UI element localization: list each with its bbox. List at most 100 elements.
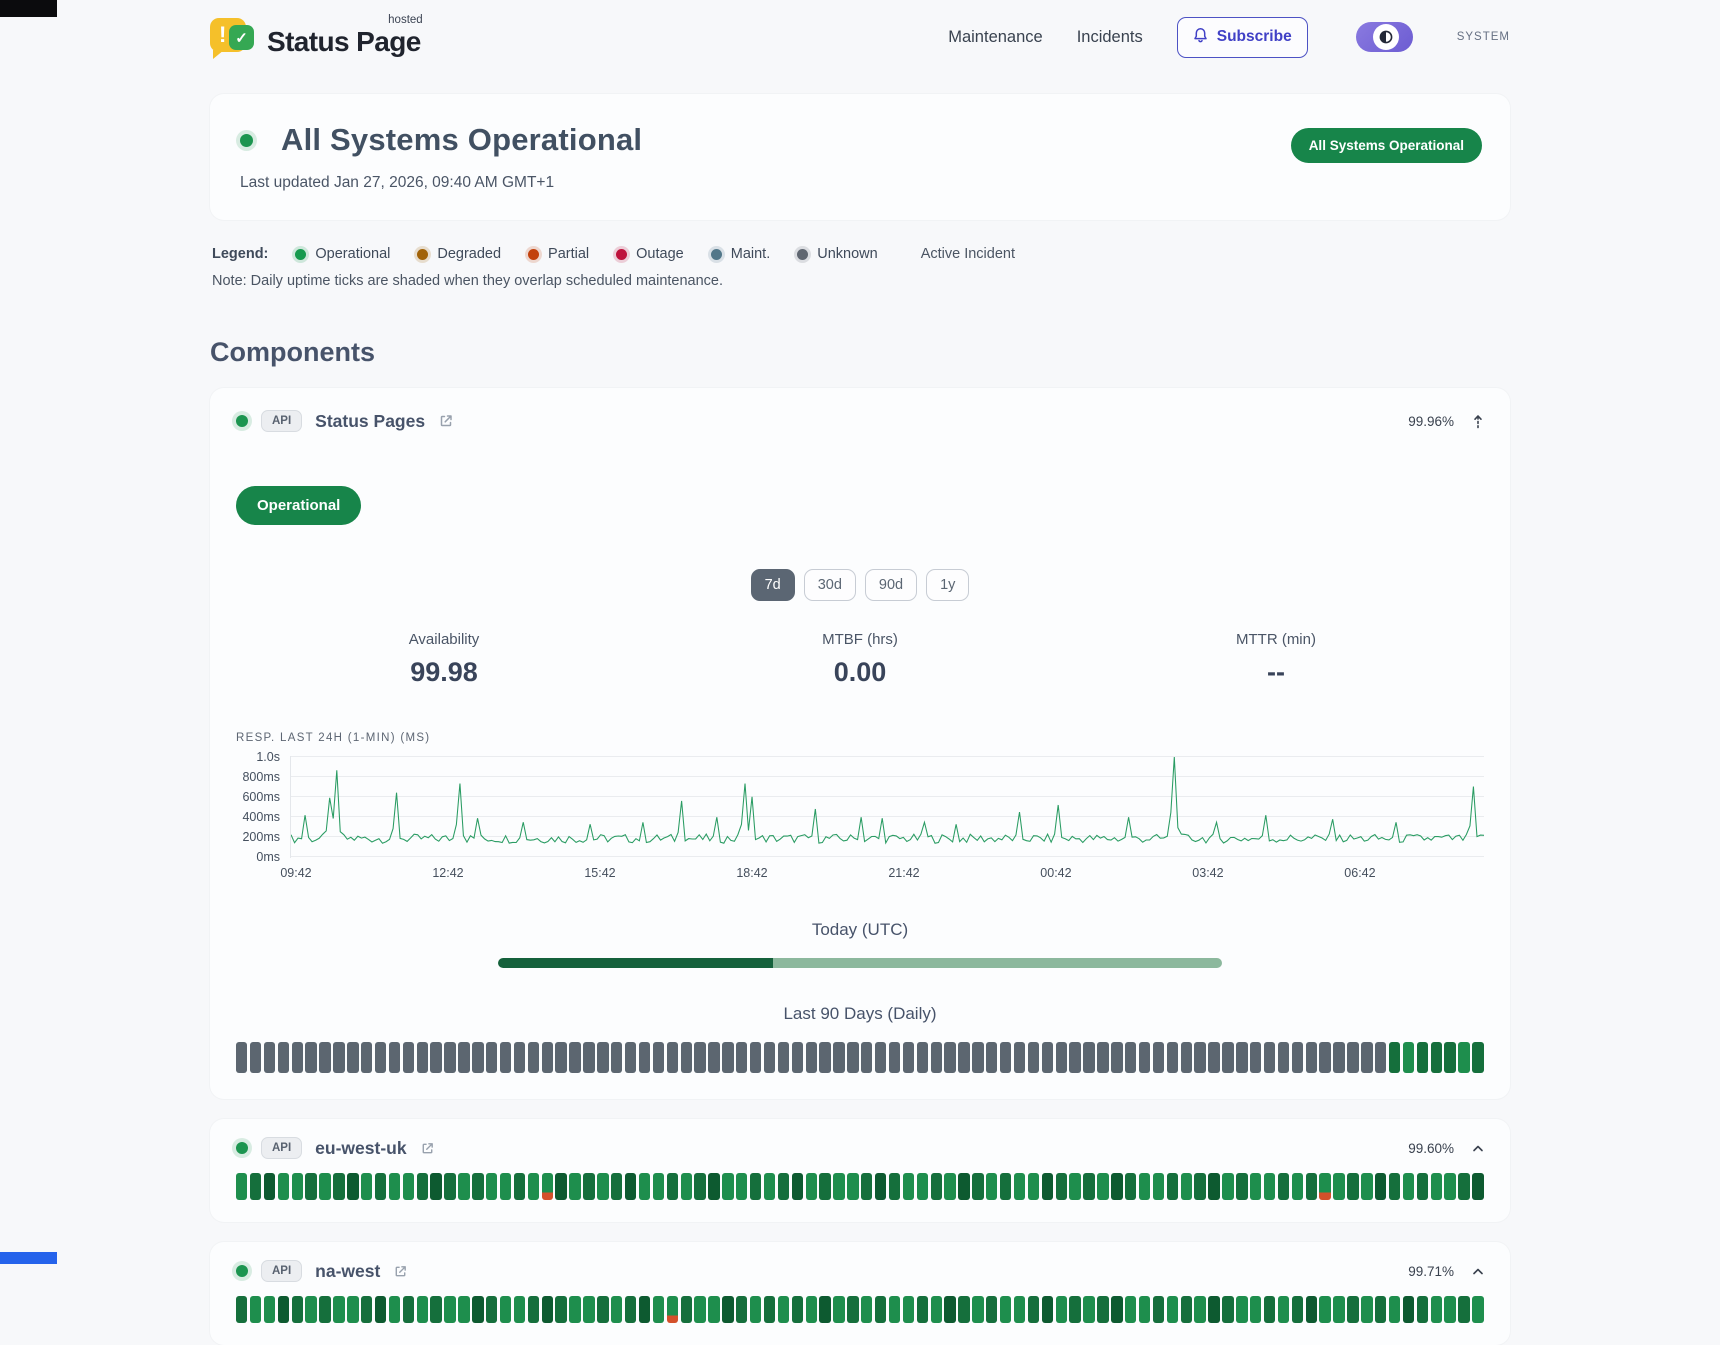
uptime-tick-nodata[interactable] [861, 1042, 872, 1073]
uptime-tick-nodata[interactable] [444, 1042, 455, 1073]
uptime-tick-nodata[interactable] [1042, 1042, 1053, 1073]
uptime-tick-operational[interactable] [1222, 1173, 1233, 1200]
uptime-tick-operational[interactable] [472, 1296, 483, 1323]
uptime-tick-operational[interactable] [1389, 1173, 1400, 1200]
brand-logo[interactable]: ! ✓ hosted Status Page [210, 16, 421, 58]
expand-chevron-icon[interactable] [1472, 1267, 1484, 1276]
uptime-tick-operational[interactable] [792, 1173, 803, 1200]
uptime-tick-nodata[interactable] [667, 1042, 678, 1073]
uptime-tick-nodata[interactable] [236, 1042, 247, 1073]
uptime-tick-operational[interactable] [361, 1173, 372, 1200]
uptime-tick-operational[interactable] [1375, 1296, 1386, 1323]
external-link-icon[interactable] [438, 413, 454, 429]
uptime-tick-operational[interactable] [819, 1173, 830, 1200]
uptime-tick-operational[interactable] [750, 1173, 761, 1200]
uptime-tick-nodata[interactable] [1292, 1042, 1303, 1073]
uptime-tick-operational[interactable] [1306, 1296, 1317, 1323]
uptime-tick-nodata[interactable] [1236, 1042, 1247, 1073]
uptime-tick-operational[interactable] [778, 1173, 789, 1200]
uptime-tick-operational[interactable] [944, 1296, 955, 1323]
uptime-tick-operational[interactable] [305, 1296, 316, 1323]
uptime-tick-operational[interactable] [236, 1173, 247, 1200]
uptime-tick-operational[interactable] [486, 1296, 497, 1323]
uptime-tick-nodata[interactable] [1014, 1042, 1025, 1073]
uptime-tick-operational[interactable] [653, 1296, 664, 1323]
uptime-tick-operational[interactable] [639, 1296, 650, 1323]
uptime-tick-operational[interactable] [681, 1173, 692, 1200]
uptime-tick-operational[interactable] [375, 1173, 386, 1200]
uptime-tick-nodata[interactable] [917, 1042, 928, 1073]
uptime-tick-nodata[interactable] [597, 1042, 608, 1073]
external-link-icon[interactable] [420, 1141, 435, 1156]
uptime-tick-operational[interactable] [1139, 1173, 1150, 1200]
uptime-tick-operational[interactable] [1278, 1173, 1289, 1200]
uptime-tick-operational[interactable] [1417, 1042, 1428, 1073]
uptime-tick-operational[interactable] [1472, 1173, 1483, 1200]
uptime-tick-operational[interactable] [903, 1296, 914, 1323]
uptime-tick-operational[interactable] [833, 1296, 844, 1323]
uptime-tick-operational[interactable] [292, 1296, 303, 1323]
range-button-1y[interactable]: 1y [926, 569, 969, 601]
uptime-tick-nodata[interactable] [430, 1042, 441, 1073]
uptime-tick-nodata[interactable] [931, 1042, 942, 1073]
uptime-tick-nodata[interactable] [764, 1042, 775, 1073]
uptime-tick-operational[interactable] [1028, 1173, 1039, 1200]
uptime-tick-operational[interactable] [1014, 1173, 1025, 1200]
uptime-tick-operational[interactable] [1347, 1173, 1358, 1200]
expand-chevron-icon[interactable] [1472, 1144, 1484, 1153]
uptime-tick-operational[interactable] [514, 1173, 525, 1200]
uptime-tick-operational[interactable] [889, 1296, 900, 1323]
uptime-tick-nodata[interactable] [1361, 1042, 1372, 1073]
uptime-tick-nodata[interactable] [1069, 1042, 1080, 1073]
uptime-tick-operational[interactable] [806, 1173, 817, 1200]
uptime-tick-nodata[interactable] [875, 1042, 886, 1073]
uptime-tick-operational[interactable] [764, 1173, 775, 1200]
uptime-tick-operational[interactable] [278, 1173, 289, 1200]
uptime-tick-nodata[interactable] [1333, 1042, 1344, 1073]
uptime-tick-operational[interactable] [681, 1296, 692, 1323]
uptime-tick-operational[interactable] [931, 1173, 942, 1200]
uptime-tick-operational[interactable] [1111, 1296, 1122, 1323]
uptime-tick-operational[interactable] [292, 1173, 303, 1200]
uptime-tick-operational[interactable] [847, 1173, 858, 1200]
uptime-tick-operational[interactable] [972, 1173, 983, 1200]
uptime-tick-nodata[interactable] [972, 1042, 983, 1073]
uptime-tick-operational[interactable] [569, 1296, 580, 1323]
uptime-tick-nodata[interactable] [944, 1042, 955, 1073]
uptime-tick-nodata[interactable] [375, 1042, 386, 1073]
uptime-tick-operational[interactable] [361, 1296, 372, 1323]
uptime-tick-operational[interactable] [1292, 1173, 1303, 1200]
uptime-tick-operational[interactable] [1208, 1296, 1219, 1323]
uptime-tick-operational[interactable] [319, 1296, 330, 1323]
uptime-tick-operational[interactable] [764, 1296, 775, 1323]
uptime-tick-nodata[interactable] [542, 1042, 553, 1073]
uptime-tick-nodata[interactable] [583, 1042, 594, 1073]
uptime-tick-operational[interactable] [917, 1296, 928, 1323]
uptime-tick-operational[interactable] [1097, 1173, 1108, 1200]
uptime-tick-nodata[interactable] [736, 1042, 747, 1073]
uptime-tick-operational[interactable] [1069, 1296, 1080, 1323]
uptime-tick-nodata[interactable] [569, 1042, 580, 1073]
uptime-tick-operational[interactable] [931, 1296, 942, 1323]
uptime-tick-operational[interactable] [403, 1296, 414, 1323]
uptime-tick-nodata[interactable] [514, 1042, 525, 1073]
uptime-tick-operational[interactable] [694, 1296, 705, 1323]
uptime-tick-operational[interactable] [1375, 1173, 1386, 1200]
uptime-tick-nodata[interactable] [986, 1042, 997, 1073]
uptime-tick-operational[interactable] [778, 1296, 789, 1323]
uptime-tick-operational[interactable] [1125, 1173, 1136, 1200]
uptime-tick-operational[interactable] [1278, 1296, 1289, 1323]
uptime-tick-operational[interactable] [417, 1296, 428, 1323]
uptime-tick-operational[interactable] [1250, 1296, 1261, 1323]
uptime-tick-operational[interactable] [667, 1173, 678, 1200]
uptime-tick-nodata[interactable] [403, 1042, 414, 1073]
uptime-tick-operational[interactable] [1111, 1173, 1122, 1200]
uptime-tick-nodata[interactable] [1083, 1042, 1094, 1073]
uptime-tick-nodata[interactable] [1250, 1042, 1261, 1073]
uptime-tick-operational[interactable] [250, 1173, 261, 1200]
uptime-tick-operational[interactable] [1236, 1296, 1247, 1323]
uptime-tick-nodata[interactable] [778, 1042, 789, 1073]
uptime-tick-nodata[interactable] [305, 1042, 316, 1073]
uptime-tick-operational[interactable] [1181, 1173, 1192, 1200]
uptime-tick-nodata[interactable] [722, 1042, 733, 1073]
